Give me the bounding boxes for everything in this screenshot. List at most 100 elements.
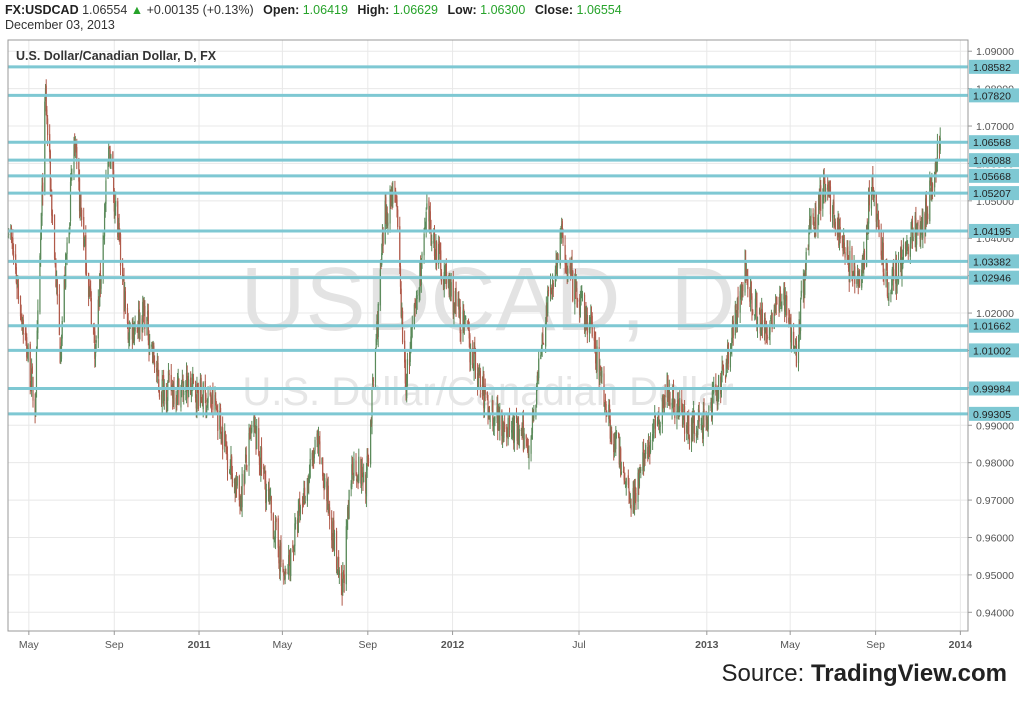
candle-body	[885, 268, 887, 282]
candle-body	[351, 461, 354, 474]
candle-body	[324, 478, 326, 488]
candle-body	[149, 344, 151, 349]
level-tag-label: 0.99305	[973, 409, 1011, 421]
candle-body	[51, 215, 54, 217]
source-credit: Source: TradingView.com	[722, 660, 1007, 688]
candle-body	[421, 253, 423, 258]
x-tick-label: May	[780, 639, 801, 651]
candle-body	[896, 279, 898, 287]
candle-body	[17, 284, 20, 300]
candle-body	[183, 391, 185, 395]
candle-body	[849, 250, 851, 279]
candle-body	[66, 242, 68, 255]
y-tick-label: 0.94000	[976, 607, 1014, 619]
y-tick-label: 0.95000	[976, 570, 1014, 582]
candle-body	[226, 453, 229, 470]
candle-body	[820, 185, 822, 212]
candle-body	[625, 478, 627, 488]
level-tag-label: 1.06088	[973, 155, 1011, 167]
candle-body	[737, 296, 739, 310]
candle-body	[508, 413, 511, 431]
candle-body	[406, 359, 409, 386]
candle-body	[815, 206, 817, 231]
candle-body	[831, 214, 834, 218]
candle-body	[299, 506, 302, 514]
candle-body	[722, 368, 725, 374]
candle-body	[161, 379, 163, 404]
candle-body	[56, 277, 58, 296]
candle-body	[102, 235, 104, 279]
candle-body	[31, 366, 33, 374]
candle-body	[654, 413, 657, 429]
x-tick-label: 2012	[441, 639, 465, 651]
candle-body	[776, 303, 778, 305]
x-tick-label: 2013	[695, 639, 719, 651]
candle-body	[460, 332, 462, 334]
candle-body	[361, 466, 363, 474]
candle-body	[494, 417, 496, 421]
candle-body	[397, 209, 399, 228]
candle-body	[425, 211, 427, 230]
candle-body	[929, 180, 931, 222]
candle-body	[810, 214, 812, 230]
candle-body	[538, 358, 540, 379]
candle-body	[567, 268, 569, 274]
candle-body	[931, 183, 934, 191]
y-tick-label: 0.99000	[976, 420, 1014, 432]
candle-body	[698, 410, 700, 422]
candle-body	[727, 343, 729, 364]
candle-body	[886, 272, 889, 297]
candle-body	[335, 530, 338, 570]
candle-body	[53, 214, 56, 259]
price-chart[interactable]: USDCAD, D U.S. Dollar/Canadian Dollar U.…	[0, 0, 1021, 702]
y-tick-label: 0.98000	[976, 458, 1014, 470]
candle-body	[659, 425, 661, 427]
candle-body	[309, 459, 311, 478]
candle-body	[513, 416, 515, 443]
candle-body	[416, 295, 418, 300]
candle-body	[40, 238, 42, 259]
candle-body	[290, 548, 292, 577]
candle-body	[46, 118, 49, 136]
x-tick-label: 2011	[188, 639, 211, 651]
candle-body	[674, 400, 676, 419]
candle-body	[601, 371, 603, 378]
y-tick-label: 1.02000	[976, 308, 1014, 320]
candle-body	[688, 437, 691, 441]
candle-body	[839, 226, 841, 239]
candle-body	[547, 289, 550, 291]
candle-body	[912, 236, 914, 242]
candle-body	[499, 413, 501, 430]
x-tick-label: Sep	[358, 639, 377, 651]
candle-body	[766, 334, 768, 340]
candle-body	[363, 472, 365, 483]
candle-body	[697, 428, 699, 435]
candle-body	[304, 501, 306, 503]
candle-body	[572, 271, 574, 301]
candle-body	[465, 318, 467, 320]
candle-body	[459, 306, 461, 334]
candle-body	[58, 294, 61, 335]
candle-body	[251, 425, 253, 432]
candle-body	[732, 320, 734, 338]
chart-title: U.S. Dollar/Canadian Dollar, D, FX	[16, 49, 217, 63]
candle-body	[669, 392, 671, 408]
candle-body	[645, 444, 647, 455]
time-axis: May Sep 2011 May Sep 2012 Jul 2013 May Sep 2014	[19, 631, 972, 651]
source-brand[interactable]: TradingView.com	[811, 660, 1007, 687]
candle-body	[939, 137, 941, 151]
candle-body	[528, 453, 530, 459]
candle-body	[367, 458, 370, 463]
candle-body	[829, 186, 832, 215]
candle-body	[329, 507, 331, 520]
candle-body	[207, 396, 209, 403]
candle-body	[167, 381, 169, 401]
candle-body	[854, 266, 856, 284]
candle-body	[35, 351, 38, 398]
x-tick-label: Sep	[105, 639, 124, 651]
candle-body	[489, 414, 491, 423]
candle-body	[640, 469, 642, 471]
candle-body	[882, 242, 884, 273]
level-tag-label: 0.99984	[973, 383, 1011, 395]
candle-body	[197, 390, 199, 409]
